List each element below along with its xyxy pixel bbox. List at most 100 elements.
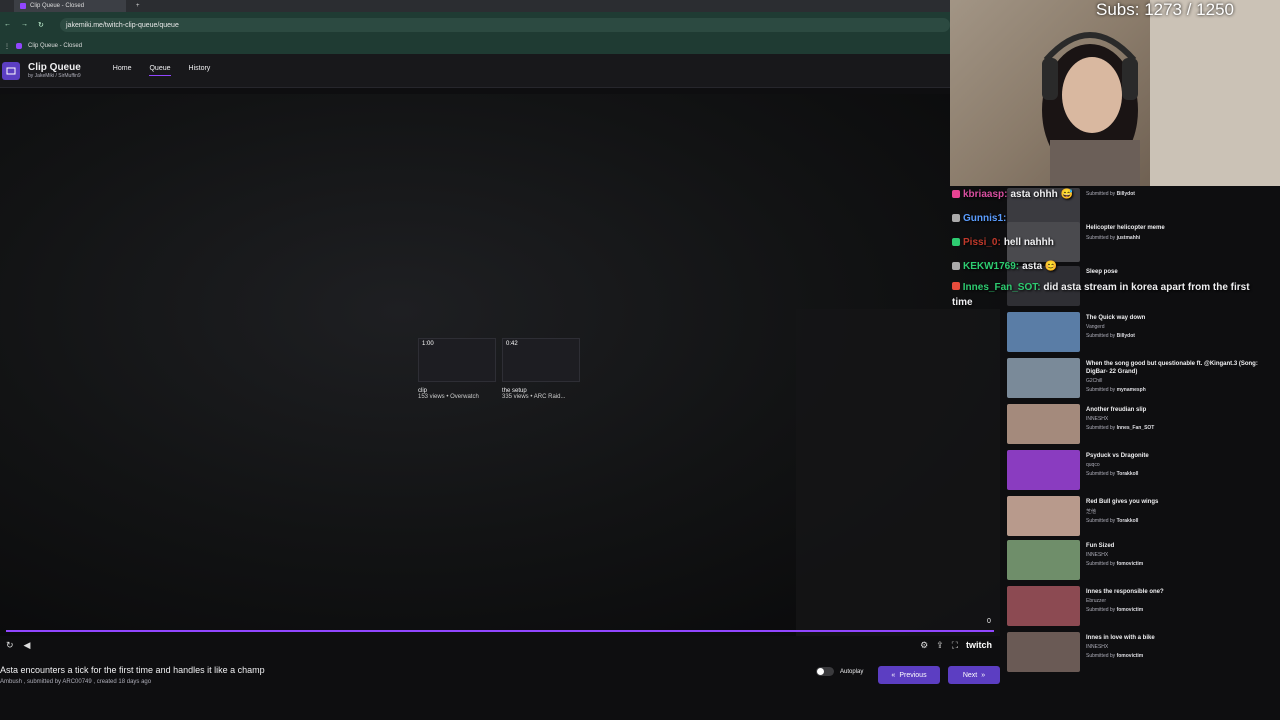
previous-label: Previous	[899, 671, 927, 679]
share-icon[interactable]: ⇪	[936, 640, 944, 651]
queue-item-channel: Vangerd	[1086, 324, 1105, 330]
video-player[interactable]: 1:00 clip 153 views • Overwatch 0:42 the…	[0, 94, 1000, 636]
queue-item[interactable]: The Quick way down Vangerd Submitted by …	[1007, 312, 1277, 356]
queue-item-channel: G2Chill	[1086, 378, 1103, 384]
next-button[interactable]: Next »	[948, 666, 1000, 684]
badge-icon	[952, 282, 960, 290]
queue-item-thumbnail	[1007, 632, 1080, 672]
reload-icon[interactable]: ↻	[38, 21, 44, 29]
progress-bar[interactable]	[6, 630, 994, 632]
chat-message: Innes_Fan_SOT: did asta stream in korea …	[950, 278, 1250, 310]
badge-icon	[952, 238, 960, 246]
queue-item-channel: 芝他	[1086, 509, 1097, 515]
queue-item[interactable]: Psyduck vs Dragonite quqco Submitted by …	[1007, 450, 1277, 494]
suggested-clip-thumbnail: 1:00	[418, 338, 496, 382]
queue-item-title: Fun Sized	[1086, 543, 1115, 549]
queue-item-channel: quqco	[1086, 462, 1100, 468]
browser-tab-bar: Clip Queue - Closed +	[0, 0, 950, 12]
video-webcam-region	[796, 309, 1000, 636]
autoplay-control[interactable]: Autoplay	[816, 667, 863, 676]
queue-item-thumbnail	[1007, 404, 1080, 444]
progress-fill	[6, 630, 994, 632]
volume-icon[interactable]: ◀	[24, 640, 31, 651]
queue-item-thumbnail	[1007, 358, 1080, 398]
queue-item-thumbnail	[1007, 540, 1080, 580]
chat-text: asta 😊	[1022, 260, 1058, 272]
chat-username: Innes_Fan_SOT:	[962, 282, 1041, 293]
badge-icon	[952, 262, 960, 270]
queue-item[interactable]: When the song good but questionable ft. …	[1007, 358, 1277, 402]
queue-item-thumbnail	[1007, 496, 1080, 536]
previous-button[interactable]: « Previous	[878, 666, 940, 684]
queue-item-title: Innes in love with a bike	[1086, 635, 1155, 641]
autoplay-toggle[interactable]	[816, 667, 834, 676]
suggested-clip[interactable]: 0:42 the setup 335 views • ARC Raid...	[502, 338, 580, 400]
bookmark-favicon-icon	[16, 43, 22, 49]
subs-counter: Subs: 1273 / 1250	[1096, 0, 1235, 19]
forward-icon[interactable]: →	[21, 21, 28, 29]
twitch-logo[interactable]: twitch	[966, 640, 992, 650]
queue-item-channel: INNESHX	[1086, 552, 1109, 558]
fullscreen-icon[interactable]: ⛶	[952, 640, 958, 651]
queue-item-submitter: Submitted by fomovictim	[1086, 653, 1144, 659]
badge-icon	[952, 190, 960, 198]
queue-item-submitter: Submitted by Billydot	[1086, 333, 1135, 339]
progress-count: 0	[987, 618, 991, 625]
suggested-clip-meta: 335 views • ARC Raid...	[502, 394, 566, 400]
chat-message: Gunnis1:	[950, 206, 1250, 230]
bookmarks-bar: ⋮ Clip Queue - Closed	[0, 38, 950, 54]
queue-item[interactable]: Fun Sized INNESHX Submitted by fomovicti…	[1007, 540, 1277, 584]
nav-queue[interactable]: Queue	[149, 65, 171, 76]
app-logo-icon[interactable]	[2, 61, 20, 80]
clip-meta: Ambush , submitted by ARC00749 , created…	[0, 679, 152, 685]
url-input[interactable]: jakemiki.me/twitch-clip-queue/queue	[60, 18, 950, 32]
webcam-overlay	[950, 0, 1280, 186]
replay-icon[interactable]: ↻	[6, 640, 14, 651]
queue-item[interactable]: Another freudian slip INNESHX Submitted …	[1007, 404, 1277, 448]
queue-item-title: Another freudian slip	[1086, 407, 1147, 413]
chat-text: asta ohhh 😅	[1010, 188, 1073, 200]
browser-tab[interactable]: Clip Queue - Closed	[14, 0, 126, 12]
back-icon[interactable]: ←	[4, 21, 11, 29]
app-title: Clip Queue	[28, 62, 81, 73]
chat-username: Gunnis1:	[963, 212, 1007, 224]
queue-item[interactable]: Innes in love with a bike INNESHX Submit…	[1007, 632, 1277, 676]
chat-message: kbriaasp: asta ohhh 😅	[950, 182, 1250, 206]
app-byline: by JakeMiki / SirMuffin9	[28, 73, 81, 79]
nav-history[interactable]: History	[189, 65, 211, 76]
badge-icon	[952, 214, 960, 222]
autoplay-label: Autoplay	[840, 668, 864, 675]
queue-item[interactable]: Innes the responsible one? Ebruzzer Subm…	[1007, 586, 1277, 630]
queue-item[interactable]: Red Bull gives you wings 芝他 Submitted by…	[1007, 496, 1277, 540]
rewind-icon: «	[891, 671, 896, 679]
queue-item-title: Psyduck vs Dragonite	[1086, 453, 1149, 459]
queue-item-title: Innes the responsible one?	[1086, 589, 1164, 595]
chat-message: KEKW1769: asta 😊	[950, 254, 1250, 278]
tab-title: Clip Queue - Closed	[30, 3, 85, 9]
address-bar-row: ← → ↻ jakemiki.me/twitch-clip-queue/queu…	[0, 12, 950, 38]
nav-home[interactable]: Home	[113, 65, 132, 76]
suggested-clip[interactable]: 1:00 clip 153 views • Overwatch	[418, 338, 496, 400]
queue-item-channel: Ebruzzer	[1086, 598, 1107, 604]
chat-username: KEKW1769:	[963, 260, 1020, 272]
streamer-figure	[1042, 32, 1140, 186]
queue-item-channel: INNESHX	[1086, 416, 1109, 422]
fast-forward-icon: »	[981, 671, 986, 679]
queue-item-submitter: Submitted by Torakkoll	[1086, 471, 1139, 477]
player-controls: ↻ ◀ ⚙ ⇪ ⛶ twitch	[0, 636, 1000, 654]
queue-item-thumbnail	[1007, 312, 1080, 352]
queue-item-submitter: Submitted by Torakkoll	[1086, 518, 1139, 524]
chat-username: kbriaasp:	[963, 188, 1008, 200]
url-text: jakemiki.me/twitch-clip-queue/queue	[66, 21, 179, 29]
chat-username: Pissi_0:	[963, 236, 1001, 248]
bookmark-item[interactable]: Clip Queue - Closed	[28, 43, 82, 49]
settings-icon[interactable]: ⚙	[920, 640, 928, 651]
queue-item-thumbnail	[1007, 450, 1080, 490]
queue-item-submitter: Submitted by mynamesph	[1086, 387, 1146, 393]
chat-text: hell nahhh	[1003, 236, 1054, 248]
new-tab-icon[interactable]: +	[136, 3, 140, 9]
bookmarks-icon[interactable]: ⋮	[4, 43, 10, 50]
queue-item-title: When the song good but questionable ft. …	[1086, 361, 1258, 375]
queue-item-submitter: Submitted by Innes_Fan_SOT	[1086, 425, 1155, 431]
queue-item-thumbnail	[1007, 586, 1080, 626]
